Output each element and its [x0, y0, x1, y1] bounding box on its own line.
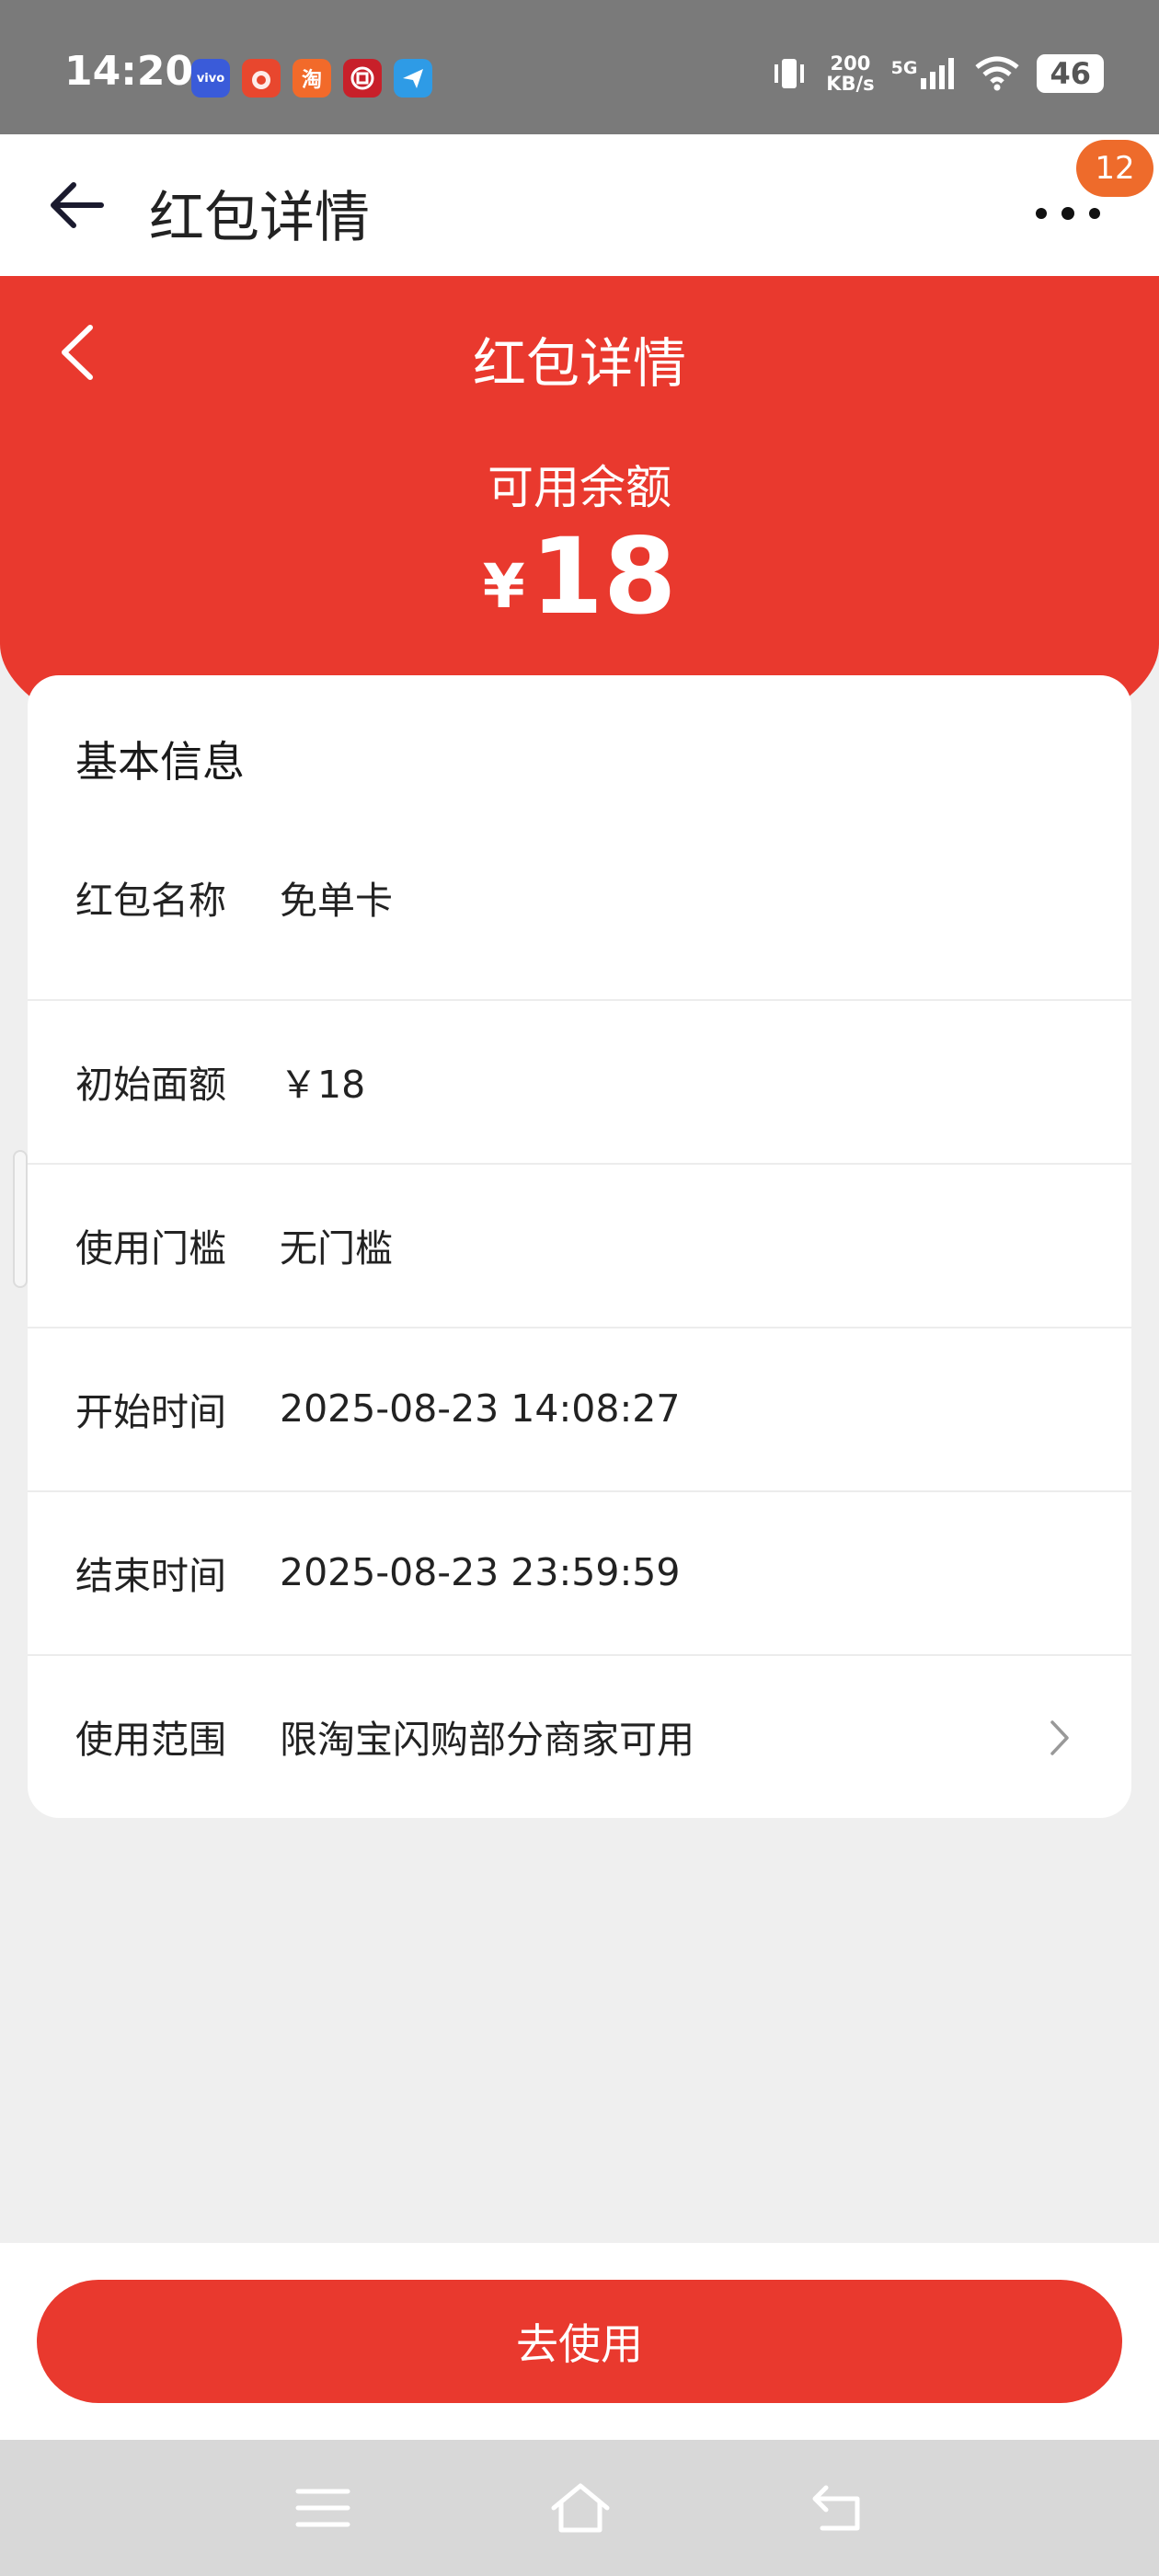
- status-indicators: 200 KB/s 5G 46: [769, 53, 1104, 94]
- battery-level: 46: [1037, 54, 1104, 93]
- info-row-usage-scope[interactable]: 使用范围 限淘宝闪购部分商家可用: [28, 1654, 1131, 1816]
- row-value: 2025-08-23 23:59:59: [280, 1550, 681, 1594]
- back-arrow-icon[interactable]: [46, 175, 107, 236]
- balance-label: 可用余额: [488, 461, 671, 514]
- app-orange-icon: [242, 59, 281, 98]
- basic-info-card: 基本信息 红包名称 免单卡 初始面额 ￥18 使用门槛 无门槛 开始时间 202…: [28, 675, 1131, 1818]
- app-header: 红包详情: [0, 134, 1159, 276]
- chevron-right-icon: [1050, 1720, 1069, 1755]
- balance-amount: ¥18: [0, 515, 1159, 638]
- row-label: 初始面额: [75, 1063, 226, 1107]
- status-time: 14:20: [64, 48, 194, 95]
- row-value: 无门槛: [280, 1226, 393, 1271]
- wifi-icon: [975, 56, 1020, 91]
- paper-plane-icon: [394, 59, 432, 98]
- row-value: 限淘宝闪购部分商家可用: [280, 1718, 694, 1762]
- row-label: 红包名称: [75, 879, 226, 923]
- system-nav-bar: [0, 2440, 1159, 2576]
- taobao-icon: 淘: [293, 59, 331, 98]
- network-type: 5G: [890, 58, 918, 78]
- home-icon[interactable]: [548, 2478, 613, 2537]
- back-icon[interactable]: [806, 2478, 870, 2537]
- row-value: ￥18: [280, 1063, 366, 1107]
- bottom-action-bar: 去使用: [0, 2243, 1159, 2440]
- info-row-name: 红包名称 免单卡: [28, 815, 1131, 979]
- cellular-signal-icon: 5G: [891, 58, 958, 89]
- info-row-end-time: 结束时间 2025-08-23 23:59:59: [28, 1490, 1131, 1652]
- bank-icon: [343, 59, 382, 98]
- row-value: 2025-08-23 14:08:27: [280, 1386, 681, 1431]
- network-speed: 200 KB/s: [826, 52, 875, 95]
- page-title: 红包详情: [149, 186, 370, 250]
- notification-badge: 12: [1076, 140, 1153, 197]
- status-app-icons: vivo 淘: [191, 59, 432, 98]
- row-label: 使用门槛: [75, 1226, 226, 1271]
- menu-icon[interactable]: [291, 2478, 355, 2537]
- currency-symbol: ¥: [482, 551, 525, 622]
- hero-title: 红包详情: [472, 332, 686, 395]
- card-title: 基本信息: [75, 737, 245, 787]
- row-value: 免单卡: [280, 879, 393, 923]
- row-label: 使用范围: [75, 1718, 226, 1762]
- info-row-threshold: 使用门槛 无门槛: [28, 1163, 1131, 1325]
- vivo-icon: vivo: [191, 59, 230, 98]
- row-label: 开始时间: [75, 1390, 226, 1434]
- row-label: 结束时间: [75, 1554, 226, 1598]
- vibrate-icon: [775, 59, 805, 88]
- balance-value: 18: [530, 515, 677, 638]
- use-now-button[interactable]: 去使用: [37, 2280, 1122, 2403]
- info-row-initial-amount: 初始面额 ￥18: [28, 999, 1131, 1161]
- side-drawer-handle[interactable]: [13, 1150, 28, 1288]
- status-bar: 14:20 vivo 淘 200 KB/s 5G 46: [0, 0, 1159, 134]
- info-row-start-time: 开始时间 2025-08-23 14:08:27: [28, 1327, 1131, 1489]
